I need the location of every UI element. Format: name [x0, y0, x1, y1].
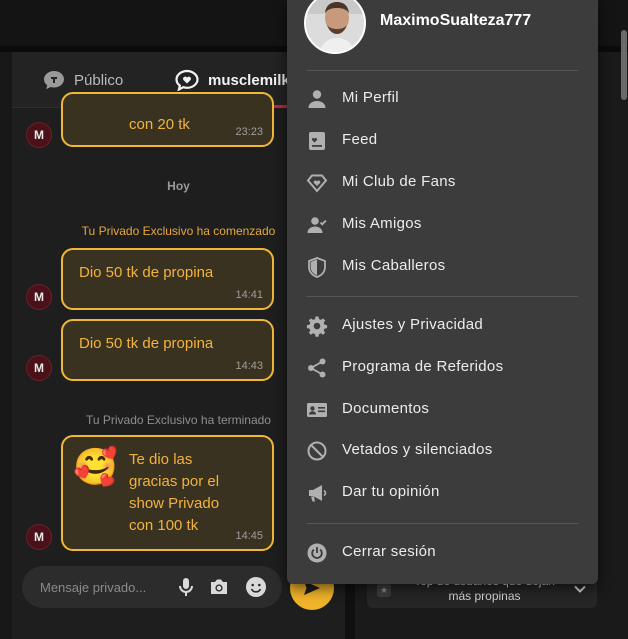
- message-time: 23:23: [235, 126, 263, 138]
- menu-item-label: Documentos: [342, 400, 430, 417]
- sender-avatar: M: [26, 524, 52, 550]
- message-line: show Privado: [129, 495, 220, 512]
- smiling-hearts-emoji: 🥰: [73, 446, 118, 487]
- private-chat-icon: [175, 69, 199, 91]
- message-text: Dio 50 tk de propina: [79, 335, 214, 352]
- app-root: Público musclemilk M con 20 tk 23:23 Hoy…: [0, 0, 628, 639]
- user-photo: [306, 0, 364, 52]
- message-text: con 20 tk: [129, 116, 190, 133]
- chat-message: Dio 50 tk de propina 14:41: [61, 248, 274, 310]
- message-time: 14:41: [235, 289, 263, 301]
- chat-message: 🥰 Te dio las gracias por el show Privado…: [61, 435, 274, 551]
- menu-item-referidos[interactable]: Programa de Referidos: [287, 350, 598, 384]
- message-text: Te dio las gracias por el show Privado c…: [129, 449, 219, 537]
- menu-item-label: Dar tu opinión: [342, 483, 440, 500]
- id-card-icon: [307, 403, 327, 417]
- message-time: 14:43: [235, 360, 263, 372]
- chat-message: Dio 50 tk de propina 14:43: [61, 319, 274, 381]
- menu-item-label: Ajustes y Privacidad: [342, 316, 484, 333]
- message-line: gracias por el: [129, 473, 220, 490]
- menu-item-label: Mi Club de Fans: [342, 173, 456, 190]
- menu-item-label: Programa de Referidos: [342, 358, 504, 375]
- message-line: Te dio las: [129, 451, 193, 468]
- message-input[interactable]: [40, 577, 170, 597]
- star-icon: ★: [377, 583, 391, 597]
- profile-avatar[interactable]: [304, 0, 366, 54]
- message-text: Dio 50 tk de propina: [79, 264, 214, 281]
- megaphone-icon: [309, 485, 327, 502]
- tab-private-label: musclemilk: [208, 71, 290, 89]
- scrollbar-thumb[interactable]: [621, 30, 627, 100]
- chat-message: con 20 tk 23:23: [61, 92, 274, 147]
- top-tippers-line: más propinas: [448, 589, 521, 603]
- feed-icon: [309, 132, 325, 150]
- share-icon: [308, 358, 326, 378]
- gear-icon: [306, 316, 328, 337]
- menu-divider: [307, 296, 578, 297]
- friends-icon: [307, 217, 327, 233]
- menu-item-mis-caballeros[interactable]: Mis Caballeros: [287, 249, 598, 283]
- menu-item-label: Mi Perfil: [342, 89, 399, 106]
- menu-item-opinion[interactable]: Dar tu opinión: [287, 475, 598, 509]
- user-menu: MaximoSualteza777 Mi Perfil Feed Mi Club…: [287, 0, 598, 584]
- menu-item-label: Cerrar sesión: [342, 543, 436, 560]
- left-edge: [0, 52, 12, 639]
- username[interactable]: MaximoSualteza777: [380, 12, 531, 30]
- menu-item-mis-amigos[interactable]: Mis Amigos: [287, 207, 598, 241]
- message-composer: [22, 566, 282, 608]
- menu-divider: [307, 523, 578, 524]
- menu-divider: [307, 70, 578, 71]
- microphone-icon[interactable]: [174, 575, 198, 599]
- menu-item-label: Vetados y silenciados: [342, 441, 493, 458]
- menu-item-documentos[interactable]: Documentos: [287, 392, 598, 426]
- camera-icon[interactable]: [207, 575, 231, 599]
- power-icon: [307, 543, 327, 563]
- diamond-icon: [306, 174, 328, 193]
- menu-item-ajustes[interactable]: Ajustes y Privacidad: [287, 308, 598, 342]
- menu-item-club-de-fans[interactable]: Mi Club de Fans: [287, 165, 598, 199]
- chat-bubble-icon: [44, 71, 64, 90]
- menu-item-label: Mis Amigos: [342, 215, 422, 232]
- menu-item-label: Feed: [342, 131, 378, 148]
- sender-avatar: M: [26, 355, 52, 381]
- message-time: 14:45: [235, 530, 263, 542]
- menu-item-label: Mis Caballeros: [342, 257, 446, 274]
- emoji-icon[interactable]: [244, 575, 268, 599]
- tab-public-label: Público: [74, 71, 124, 89]
- person-icon: [308, 90, 326, 108]
- ban-icon: [307, 441, 327, 461]
- menu-item-feed[interactable]: Feed: [287, 123, 598, 157]
- menu-item-mi-perfil[interactable]: Mi Perfil: [287, 81, 598, 115]
- menu-item-vetados[interactable]: Vetados y silenciados: [287, 433, 598, 467]
- menu-item-cerrar-sesion[interactable]: Cerrar sesión: [287, 535, 598, 569]
- sender-avatar: M: [26, 284, 52, 310]
- shield-icon: [308, 257, 326, 278]
- message-line: con 100 tk: [129, 517, 199, 534]
- sender-avatar: M: [26, 122, 52, 148]
